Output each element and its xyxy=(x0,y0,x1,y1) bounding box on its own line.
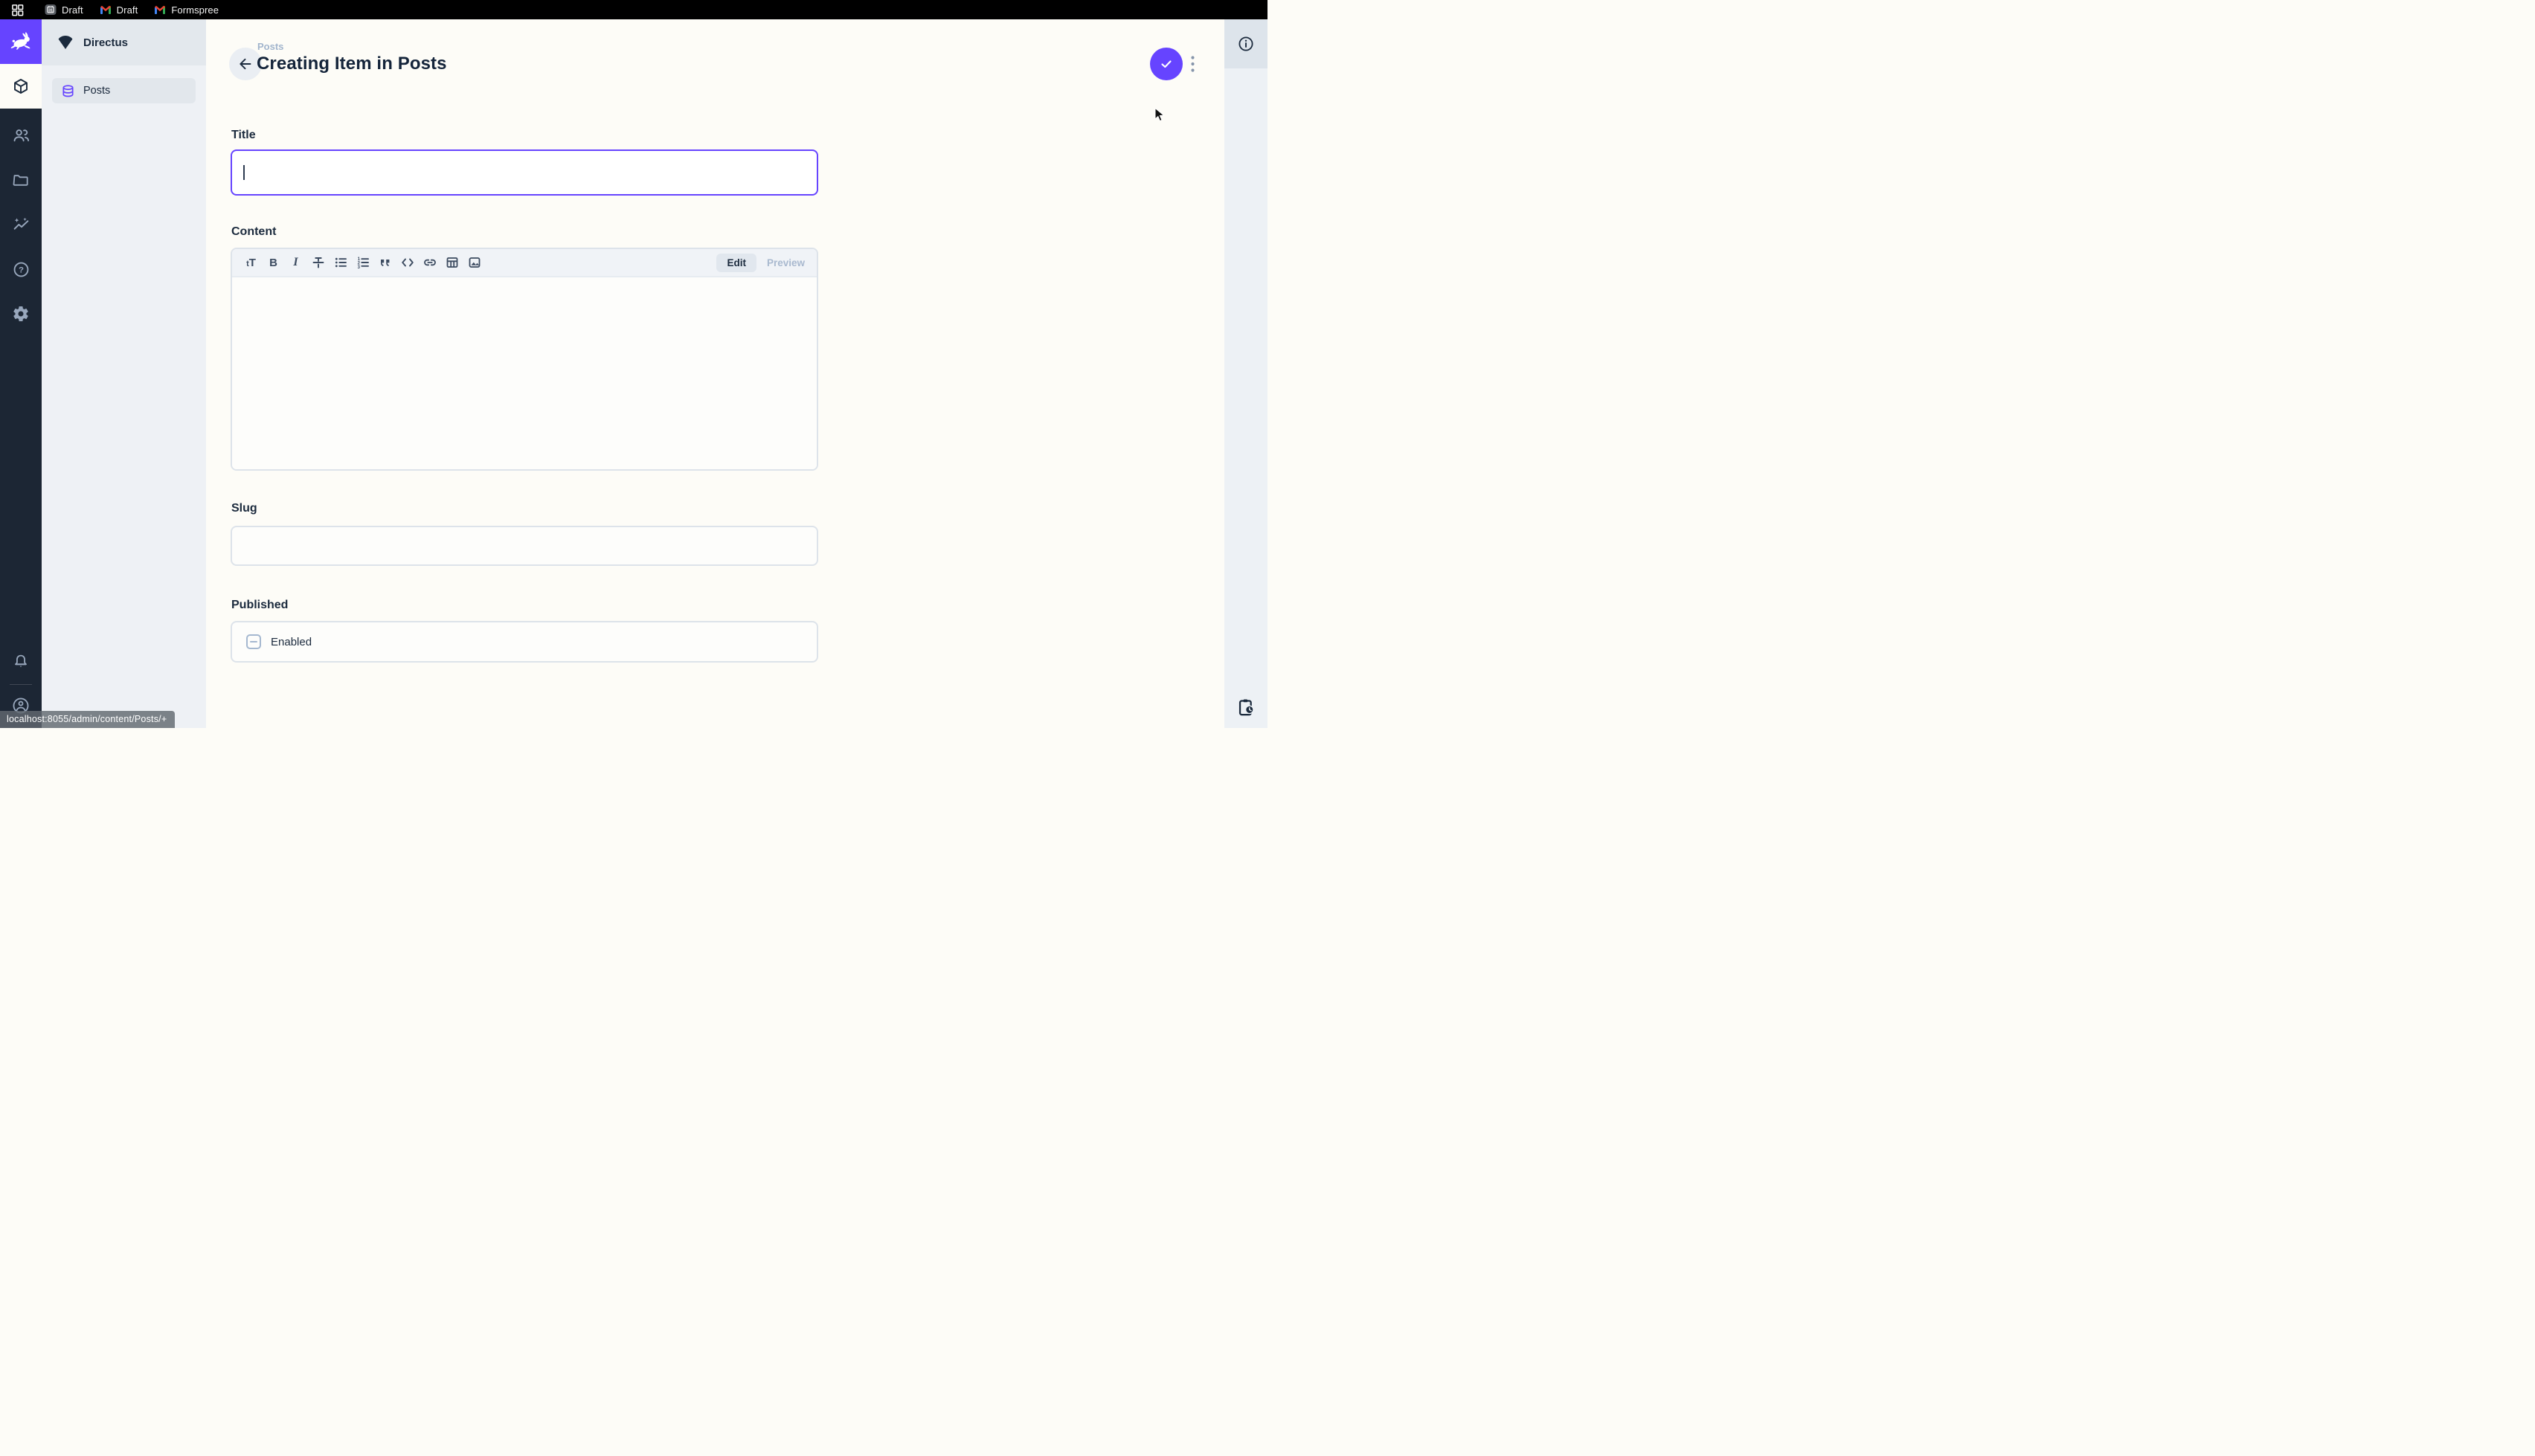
page-title: Creating Item in Posts xyxy=(257,54,447,74)
numbered-list-icon[interactable]: 123 xyxy=(353,252,373,273)
module-bar-divider xyxy=(10,684,32,685)
tab-label: Formspree xyxy=(171,4,219,16)
title-field xyxy=(231,149,818,196)
revisions-button[interactable] xyxy=(1224,698,1268,718)
field-label-title: Title xyxy=(231,129,256,142)
published-checkbox-label: Enabled xyxy=(271,636,312,648)
breadcrumb[interactable]: Posts xyxy=(257,41,283,52)
published-field: Enabled xyxy=(231,621,818,663)
field-label-published: Published xyxy=(231,599,288,612)
browser-tab-bar: 31 Draft Draft Formspree xyxy=(0,0,1268,19)
edit-tab[interactable]: Edit xyxy=(716,254,756,272)
project-fan-icon xyxy=(57,35,74,50)
blockquote-icon[interactable] xyxy=(375,252,395,273)
code-icon[interactable] xyxy=(397,252,417,273)
editor-mode-toggle: Edit Preview xyxy=(716,254,811,272)
tab-draft-calendar[interactable]: 31 Draft xyxy=(45,4,83,16)
module-help[interactable]: ? xyxy=(0,247,42,291)
gear-icon xyxy=(12,305,30,323)
arrow-left-icon xyxy=(237,56,254,72)
tab-grid-icon[interactable] xyxy=(10,3,24,16)
strikethrough-icon[interactable] xyxy=(308,252,328,273)
module-bar: ? xyxy=(0,19,42,728)
sidebar-item-label: Posts xyxy=(83,85,110,97)
gmail-icon xyxy=(100,4,112,16)
module-files[interactable] xyxy=(0,158,42,202)
database-icon xyxy=(61,84,75,98)
module-users[interactable] xyxy=(0,113,42,158)
sidebar-info-section xyxy=(1224,19,1268,68)
rabbit-logo-icon xyxy=(6,27,36,57)
check-icon xyxy=(1159,57,1174,71)
status-url-tooltip: localhost:8055/admin/content/Posts/+ xyxy=(0,711,175,728)
navigation-sidebar: Directus Posts xyxy=(42,19,206,728)
table-icon[interactable] xyxy=(442,252,462,273)
module-insights[interactable] xyxy=(0,202,42,247)
directus-logo[interactable] xyxy=(0,19,42,64)
project-name: Directus xyxy=(83,36,128,49)
mouse-cursor xyxy=(1154,108,1167,123)
tab-label: Draft xyxy=(62,4,83,16)
more-options-button[interactable] xyxy=(1186,55,1199,73)
title-input[interactable] xyxy=(231,149,818,196)
directus-app: ? D xyxy=(0,19,1268,728)
right-sidebar xyxy=(1224,19,1268,728)
editor-toolbar: tT B I xyxy=(232,249,817,277)
box-icon xyxy=(12,77,30,95)
slug-input[interactable] xyxy=(231,526,818,566)
insights-icon xyxy=(12,216,30,234)
module-settings[interactable] xyxy=(0,291,42,336)
tab-label: Draft xyxy=(117,4,138,16)
tab-draft-gmail[interactable]: Draft xyxy=(100,4,138,16)
bell-icon xyxy=(12,653,30,671)
tab-formspree[interactable]: Formspree xyxy=(154,4,219,16)
preview-tab[interactable]: Preview xyxy=(764,254,808,272)
bold-icon[interactable]: B xyxy=(263,252,283,273)
svg-text:3: 3 xyxy=(357,265,360,270)
italic-icon[interactable]: I xyxy=(286,252,306,273)
more-vert-icon xyxy=(1191,56,1195,72)
svg-text:?: ? xyxy=(19,265,24,274)
indeterminate-dash-icon xyxy=(250,641,257,643)
editor-body[interactable] xyxy=(232,277,817,471)
field-label-slug: Slug xyxy=(231,502,257,515)
link-icon[interactable] xyxy=(420,252,440,273)
heading-icon[interactable]: tT xyxy=(241,252,261,273)
field-label-content: Content xyxy=(231,225,276,239)
calendar-icon: 31 xyxy=(45,4,57,16)
main-content: Posts Creating Item in Posts Title Conte… xyxy=(206,19,1224,728)
folder-icon xyxy=(12,171,30,189)
project-header[interactable]: Directus xyxy=(42,19,206,65)
svg-text:31: 31 xyxy=(48,9,53,13)
published-checkbox[interactable] xyxy=(246,634,261,649)
save-button[interactable] xyxy=(1150,48,1183,80)
users-icon xyxy=(12,126,30,145)
clipboard-clock-icon xyxy=(1236,698,1256,718)
gmail-icon xyxy=(154,4,166,16)
info-button[interactable] xyxy=(1237,35,1255,53)
notifications-button[interactable] xyxy=(0,651,42,673)
image-icon[interactable] xyxy=(464,252,484,273)
bullet-list-icon[interactable] xyxy=(330,252,350,273)
sidebar-item-posts[interactable]: Posts xyxy=(52,78,196,103)
content-editor: tT B I xyxy=(231,248,818,471)
text-caret xyxy=(243,165,245,180)
module-content[interactable] xyxy=(0,64,42,109)
info-icon xyxy=(1237,35,1255,53)
help-icon: ? xyxy=(12,260,30,279)
